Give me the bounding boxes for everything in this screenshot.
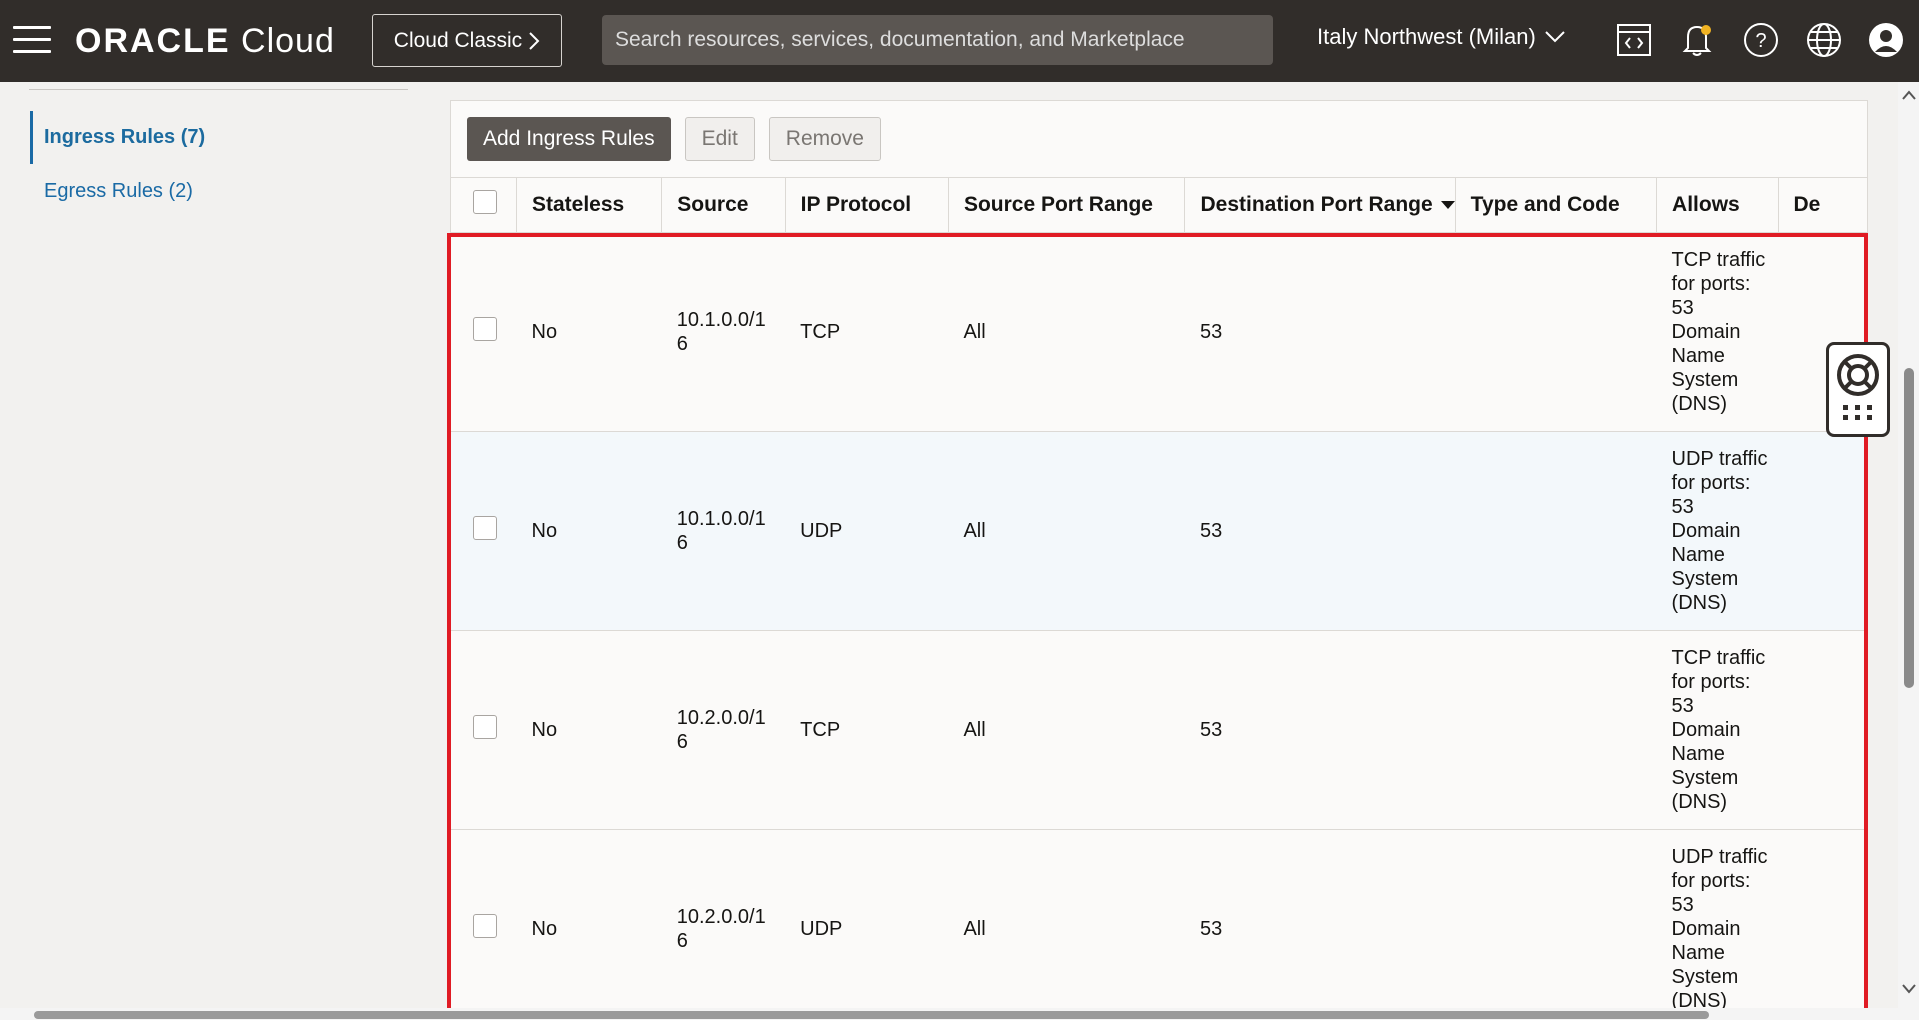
row-checkbox[interactable] <box>473 914 497 938</box>
scroll-down-arrow-icon[interactable] <box>1902 984 1916 994</box>
cell-allows: TCP traffic for ports: 53 Domain Name Sy… <box>1656 232 1779 432</box>
cell-dest-port: 53 <box>1184 630 1456 830</box>
vertical-scrollbar[interactable] <box>1898 82 1919 1020</box>
row-checkbox[interactable] <box>473 317 497 341</box>
horizontal-scrollbar[interactable] <box>0 1008 1898 1020</box>
table-header-row: Stateless Source IP Protocol Source Port… <box>451 177 1867 233</box>
table-row[interactable]: No 10.2.0.0/16 UDP All 53 UDP traffic fo… <box>451 829 1867 1020</box>
grip-dots-icon[interactable] <box>1841 403 1875 423</box>
rules-toolbar: Add Ingress Rules Edit Remove <box>467 117 881 161</box>
cell-dest-port: 53 <box>1184 232 1456 432</box>
horizontal-scrollbar-thumb[interactable] <box>34 1011 1709 1019</box>
profile-icon[interactable] <box>1866 20 1906 60</box>
cell-description <box>1778 431 1867 631</box>
column-header-description[interactable]: De <box>1778 177 1867 233</box>
help-icon[interactable]: ? <box>1741 20 1781 60</box>
column-header-source[interactable]: Source <box>661 177 786 233</box>
chevron-right-icon <box>529 31 540 50</box>
cell-source-port: All <box>948 829 1185 1020</box>
cell-stateless: No <box>516 829 662 1020</box>
cell-type-code <box>1455 829 1657 1020</box>
chevron-down-icon <box>1545 31 1565 43</box>
cell-source-port: All <box>948 431 1185 631</box>
cell-allows: UDP traffic for ports: 53 Domain Name Sy… <box>1656 829 1779 1020</box>
globe-icon[interactable] <box>1804 20 1844 60</box>
destination-port-range-label: Destination Port Range <box>1200 193 1433 216</box>
row-checkbox[interactable] <box>473 516 497 540</box>
cloud-classic-label: Cloud Classic <box>393 28 523 52</box>
column-header-allows[interactable]: Allows <box>1656 177 1779 233</box>
cell-source: 10.1.0.0/16 <box>661 232 786 432</box>
ingress-rules-panel: Add Ingress Rules Edit Remove Stateless … <box>450 100 1868 1020</box>
cell-source: 10.1.0.0/16 <box>661 431 786 631</box>
row-select-cell <box>451 829 517 1020</box>
search-input[interactable]: Search resources, services, documentatio… <box>602 15 1273 65</box>
cell-stateless: No <box>516 630 662 830</box>
oracle-cloud-logo[interactable]: ORACLE Cloud <box>75 22 335 61</box>
region-label: Italy Northwest (Milan) <box>1317 24 1536 49</box>
cell-protocol: TCP <box>785 232 949 432</box>
cell-allows: UDP traffic for ports: 53 Domain Name Sy… <box>1656 431 1779 631</box>
help-widget[interactable] <box>1826 342 1890 437</box>
column-header-type-and-code[interactable]: Type and Code <box>1455 177 1658 233</box>
region-selector[interactable]: Italy Northwest (Milan) <box>1317 24 1566 50</box>
search-placeholder: Search resources, services, documentatio… <box>615 28 1185 51</box>
add-ingress-rules-button[interactable]: Add Ingress Rules <box>467 117 671 161</box>
cell-dest-port: 53 <box>1184 829 1456 1020</box>
vertical-scrollbar-thumb[interactable] <box>1904 368 1914 688</box>
cell-source: 10.2.0.0/16 <box>661 829 786 1020</box>
cell-type-code <box>1455 431 1657 631</box>
select-all-checkbox[interactable] <box>473 190 497 214</box>
cell-protocol: UDP <box>785 829 949 1020</box>
select-all-cell <box>451 177 517 233</box>
row-select-cell <box>451 630 517 830</box>
sidebar-item-ingress-rules[interactable]: Ingress Rules (7) <box>30 111 205 164</box>
svg-text:?: ? <box>1755 30 1766 52</box>
cell-dest-port: 53 <box>1184 431 1456 631</box>
cell-description <box>1778 829 1867 1020</box>
scroll-up-arrow-icon[interactable] <box>1902 90 1916 100</box>
cell-protocol: TCP <box>785 630 949 830</box>
cell-protocol: UDP <box>785 431 949 631</box>
table-row[interactable]: No 10.1.0.0/16 UDP All 53 UDP traffic fo… <box>451 431 1867 631</box>
row-select-cell <box>451 232 517 432</box>
cell-source-port: All <box>948 630 1185 830</box>
cell-source: 10.2.0.0/16 <box>661 630 786 830</box>
cell-stateless: No <box>516 431 662 631</box>
cell-stateless: No <box>516 232 662 432</box>
cell-allows: TCP traffic for ports: 53 Domain Name Sy… <box>1656 630 1779 830</box>
row-select-cell <box>451 431 517 631</box>
column-header-ip-protocol[interactable]: IP Protocol <box>785 177 949 233</box>
sidebar-item-egress-rules[interactable]: Egress Rules (2) <box>30 180 193 203</box>
table-row[interactable]: No 10.2.0.0/16 TCP All 53 TCP traffic fo… <box>451 630 1867 830</box>
sort-descending-icon <box>1440 201 1455 210</box>
cell-type-code <box>1455 630 1657 830</box>
top-navigation-bar: ORACLE Cloud Cloud Classic Search resour… <box>0 0 1919 82</box>
table-row[interactable]: No 10.1.0.0/16 TCP All 53 TCP traffic fo… <box>451 232 1867 432</box>
sidebar-divider <box>29 89 408 90</box>
cell-type-code <box>1455 232 1657 432</box>
cloud-classic-button[interactable]: Cloud Classic <box>372 14 562 67</box>
cell-source-port: All <box>948 232 1185 432</box>
brand-oracle: ORACLE <box>75 22 231 60</box>
row-checkbox[interactable] <box>473 715 497 739</box>
menu-icon[interactable] <box>13 26 51 54</box>
brand-cloud: Cloud <box>241 22 335 60</box>
lifebuoy-icon <box>1837 354 1879 396</box>
cell-description <box>1778 630 1867 830</box>
edit-button[interactable]: Edit <box>684 117 755 161</box>
ingress-rules-table: Stateless Source IP Protocol Source Port… <box>451 177 1867 1020</box>
column-header-destination-port-range[interactable]: Destination Port Range <box>1184 177 1456 233</box>
remove-button[interactable]: Remove <box>768 117 881 161</box>
column-header-stateless[interactable]: Stateless <box>516 177 663 233</box>
bell-icon[interactable] <box>1677 20 1717 60</box>
column-header-source-port-range[interactable]: Source Port Range <box>948 177 1186 233</box>
code-editor-icon[interactable] <box>1614 20 1654 60</box>
